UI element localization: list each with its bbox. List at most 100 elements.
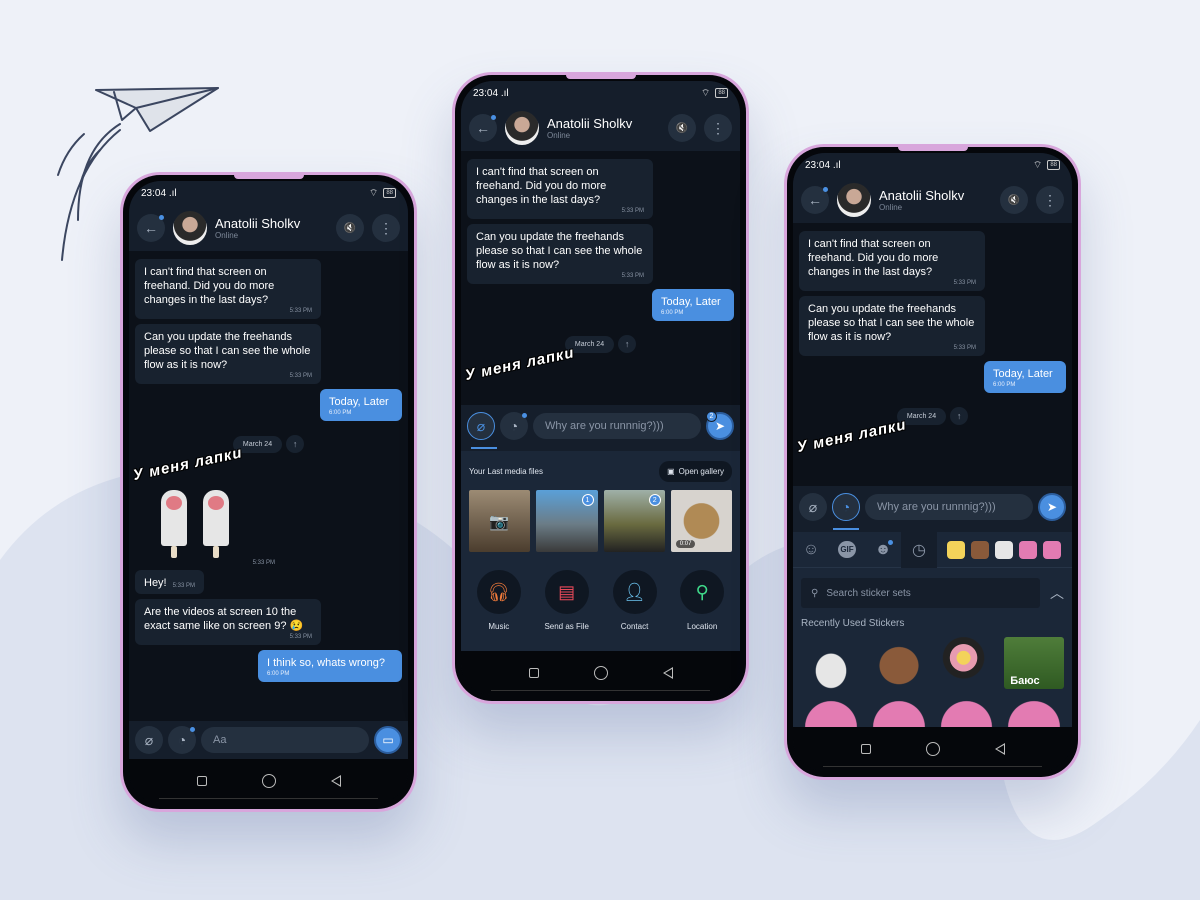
home-button[interactable] xyxy=(261,774,276,788)
message-input[interactable]: Aa xyxy=(201,727,369,753)
attach-button[interactable]: ⌀ xyxy=(467,412,495,440)
sticker-pepe[interactable] xyxy=(1004,697,1064,727)
avatar[interactable] xyxy=(173,211,207,245)
file-icon: ▤ xyxy=(544,570,589,614)
camera-thumbnail[interactable]: 📷 xyxy=(469,490,531,552)
active-tab-indicator xyxy=(471,447,497,449)
message-bubble[interactable]: I can't find that screen on freehand. Di… xyxy=(799,231,985,291)
sticker-message[interactable]: У меня лапки 5:33 PM xyxy=(131,444,275,566)
paw-sticker-image xyxy=(161,490,187,558)
sticker-button[interactable]: ◔ xyxy=(832,493,860,521)
signal-icon: .ıl xyxy=(500,87,509,99)
mute-button[interactable]: 🔇 xyxy=(336,214,364,242)
mute-button[interactable]: 🔇 xyxy=(1000,186,1028,214)
sticker-pepe[interactable] xyxy=(801,697,861,727)
back-nav-button[interactable] xyxy=(662,667,673,679)
message-input[interactable]: Why are you runnnig?))) xyxy=(865,494,1033,520)
signal-icon: .ıl xyxy=(832,159,841,171)
tab-stickers[interactable]: ☻ xyxy=(865,532,901,568)
message-input[interactable]: Why are you runnnig?))) xyxy=(533,413,701,439)
tab-gif[interactable]: GIF xyxy=(829,532,865,568)
more-menu-button[interactable]: ⋮ xyxy=(704,114,732,142)
sticker-pack-thumb[interactable] xyxy=(995,540,1013,559)
sticker-pack-thumb[interactable] xyxy=(1019,540,1037,559)
back-button[interactable]: ← xyxy=(801,186,829,214)
media-thumbnail[interactable]: 1 xyxy=(536,490,598,552)
message-bubble[interactable]: Can you update the freehands please so t… xyxy=(799,296,985,356)
message-time: 5:33 PM xyxy=(289,634,312,640)
sticker-button[interactable]: ◔ xyxy=(168,726,196,754)
sticker-pack-thumb[interactable] xyxy=(1043,540,1061,559)
sticker-pepe[interactable] xyxy=(868,697,929,727)
back-button[interactable]: ← xyxy=(137,214,165,242)
message-bubble-outgoing[interactable]: Today, Later 6:00 PM xyxy=(984,361,1066,393)
more-menu-button[interactable]: ⋮ xyxy=(1036,186,1064,214)
recents-button[interactable] xyxy=(860,744,871,754)
headphones-icon: 🎧︎ xyxy=(476,570,521,614)
message-bubble[interactable]: I can't find that screen on freehand. Di… xyxy=(467,159,653,219)
avatar[interactable] xyxy=(837,183,871,217)
recent-stickers-title: Recently Used Stickers xyxy=(801,618,905,629)
signal-icon: .ıl xyxy=(168,187,177,199)
message-text: Are the videos at screen 10 the exact sa… xyxy=(144,606,304,632)
message-time: 6:00 PM xyxy=(267,671,290,677)
message-bubble-outgoing[interactable]: Today, Later 6:00 PM xyxy=(652,289,734,321)
attach-file-button[interactable]: ▤ Send as File xyxy=(544,570,589,631)
sticker-baus[interactable]: Баюс xyxy=(1004,637,1064,689)
message-bubble[interactable]: Can you update the freehands please so t… xyxy=(467,224,653,284)
sticker-tabs: ☺ GIF ☻ ◷ xyxy=(793,531,1072,568)
more-menu-button[interactable]: ⋮ xyxy=(372,214,400,242)
sticker-message[interactable]: У меня лапки xyxy=(795,416,939,456)
sticker-icon: ◔ xyxy=(509,418,519,434)
collapse-chevron-up-icon[interactable]: ︿ xyxy=(1050,583,1064,603)
sticker-message[interactable]: У меня лапки xyxy=(463,344,607,384)
search-icon: ⚲ xyxy=(811,587,819,599)
sticker-man-laptop[interactable] xyxy=(936,637,997,689)
notification-dot xyxy=(190,727,195,732)
message-bubble[interactable]: I can't find that screen on freehand. Di… xyxy=(135,259,321,319)
sticker-pepe[interactable] xyxy=(936,697,997,727)
attach-music-button[interactable]: 🎧︎ Music xyxy=(476,570,521,631)
message-bubble[interactable]: Can you update the freehands please so t… xyxy=(135,324,321,384)
battery-icon: 88 xyxy=(715,88,728,98)
sticker-paws[interactable] xyxy=(801,637,861,689)
tab-recent[interactable]: ◷ xyxy=(901,531,937,568)
video-message-button[interactable]: ▭ xyxy=(374,726,402,754)
video-thumbnail[interactable]: 0:07 xyxy=(670,490,732,552)
back-nav-button[interactable] xyxy=(994,743,1005,755)
scroll-up-button[interactable]: ↑ xyxy=(950,407,969,425)
mute-button[interactable]: 🔇 xyxy=(668,114,696,142)
back-button[interactable]: ← xyxy=(469,114,497,142)
recents-button[interactable] xyxy=(528,668,539,678)
sticker-search-input[interactable]: ⚲ Search sticker sets xyxy=(801,578,1040,608)
message-time: 5:33 PM xyxy=(289,308,312,314)
attach-button[interactable]: ⌀ xyxy=(135,726,163,754)
scroll-up-button[interactable]: ↑ xyxy=(286,435,305,453)
message-bubble-outgoing[interactable]: I think so, whats wrong? 6:00 PM xyxy=(258,650,402,682)
message-time: 6:00 PM xyxy=(329,410,352,416)
send-button[interactable]: ➤ 2 xyxy=(706,411,734,440)
message-bubble[interactable]: Hey! 5:33 PM xyxy=(135,570,204,594)
avatar[interactable] xyxy=(505,111,539,145)
attach-location-button[interactable]: ⚲ Location xyxy=(680,570,725,631)
open-gallery-button[interactable]: ▣ Open gallery xyxy=(659,461,732,482)
send-button[interactable]: ➤ xyxy=(1038,493,1066,521)
home-button[interactable] xyxy=(593,666,608,680)
message-bubble-outgoing[interactable]: Today, Later 6:00 PM xyxy=(320,389,402,421)
back-nav-button[interactable] xyxy=(330,775,341,787)
message-composer: ⌀ ◔ Aa ▭ xyxy=(129,721,408,759)
attach-contact-button[interactable]: 👤︎ Contact xyxy=(612,570,657,631)
sticker-pack-thumb[interactable] xyxy=(947,540,965,559)
sticker-dog[interactable] xyxy=(868,637,929,689)
message-bubble[interactable]: Are the videos at screen 10 the exact sa… xyxy=(135,599,321,645)
scroll-up-button[interactable]: ↑ xyxy=(618,335,637,353)
sticker-pack-thumb[interactable] xyxy=(971,540,989,559)
home-button[interactable] xyxy=(925,742,940,756)
sticker-button[interactable]: ◔ xyxy=(500,412,528,440)
attach-button[interactable]: ⌀ xyxy=(799,493,827,521)
message-text: I can't find that screen on freehand. Di… xyxy=(144,266,275,306)
media-thumbnail[interactable]: 2 xyxy=(603,490,665,552)
recents-button[interactable] xyxy=(196,776,207,786)
tab-emoji[interactable]: ☺ xyxy=(793,532,829,568)
arrow-left-icon: ← xyxy=(144,220,158,236)
